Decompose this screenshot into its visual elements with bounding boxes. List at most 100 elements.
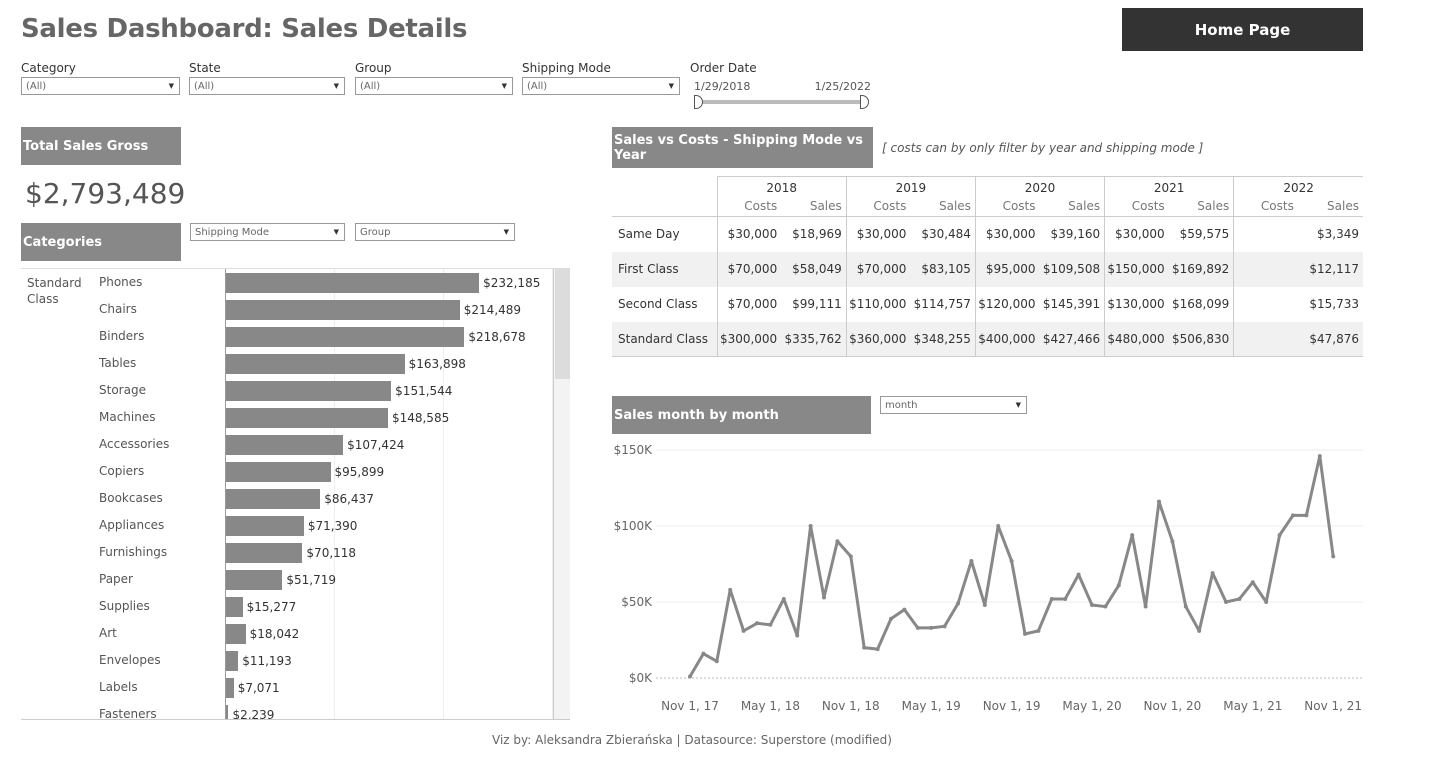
table-cell xyxy=(1233,251,1298,287)
shipping-mode-dropdown[interactable]: (All) ▼ xyxy=(522,77,680,95)
table-row: First Class $70,000 $58,049 $70,000 $83,10… xyxy=(612,251,1363,287)
sales-point[interactable] xyxy=(862,645,867,650)
sales-point[interactable] xyxy=(1170,539,1175,544)
bar[interactable] xyxy=(226,570,283,590)
sales-point[interactable] xyxy=(808,524,813,528)
bar-row: Supplies $15,277 xyxy=(21,593,553,620)
sales-point[interactable] xyxy=(1277,533,1282,538)
sales-point[interactable] xyxy=(875,647,880,652)
sales-point[interactable] xyxy=(755,621,759,626)
sales-point[interactable] xyxy=(1264,600,1269,604)
sales-point[interactable] xyxy=(942,624,947,629)
bar[interactable] xyxy=(226,489,321,509)
sales-point[interactable] xyxy=(996,524,1001,528)
bar[interactable] xyxy=(226,705,229,719)
slider-start-handle[interactable] xyxy=(694,95,703,109)
bar[interactable] xyxy=(226,300,460,320)
sales-point[interactable] xyxy=(902,607,907,612)
chevron-down-icon: ▼ xyxy=(168,82,174,90)
bar-value-label: $51,719 xyxy=(286,573,336,587)
sales-point[interactable] xyxy=(795,633,800,638)
sales-point[interactable] xyxy=(1023,631,1027,636)
bar-value-label: $107,424 xyxy=(347,438,405,452)
bar[interactable] xyxy=(226,381,392,401)
sales-point[interactable] xyxy=(1317,454,1322,459)
sales-point[interactable] xyxy=(741,628,746,633)
bar-category-label: Art xyxy=(99,626,117,640)
y-tick-label: $100K xyxy=(614,519,654,533)
sales-point[interactable] xyxy=(1063,596,1068,601)
sales-point[interactable] xyxy=(1130,533,1135,538)
sales-point[interactable] xyxy=(1250,580,1255,585)
sales-point[interactable] xyxy=(1090,603,1094,608)
sales-point[interactable] xyxy=(848,554,853,559)
category-group-dropdown[interactable]: Group ▼ xyxy=(355,223,515,241)
month-granularity-dropdown[interactable]: month ▼ xyxy=(880,396,1027,414)
sales-line[interactable] xyxy=(688,454,1335,678)
year-header: 2019 xyxy=(845,176,976,197)
sales-point[interactable] xyxy=(956,601,960,606)
sales-point[interactable] xyxy=(768,622,773,627)
bar[interactable] xyxy=(226,516,304,536)
sales-point[interactable] xyxy=(1304,513,1309,518)
category-shipping-mode-dropdown[interactable]: Shipping Mode ▼ xyxy=(190,223,345,241)
sales-point[interactable] xyxy=(889,616,893,621)
order-date-slider[interactable] xyxy=(694,95,869,109)
sales-point[interactable] xyxy=(969,558,974,563)
bar[interactable] xyxy=(226,273,480,293)
sales-point[interactable] xyxy=(1143,604,1148,609)
bar[interactable] xyxy=(226,678,234,698)
sales-point[interactable] xyxy=(728,587,733,592)
sales-point[interactable] xyxy=(822,595,826,600)
state-dropdown[interactable]: (All) ▼ xyxy=(189,77,345,95)
sales-point[interactable] xyxy=(835,539,840,544)
sales-point[interactable] xyxy=(1331,554,1336,559)
category-dropdown[interactable]: (All) ▼ xyxy=(21,77,180,95)
scrollbar[interactable] xyxy=(553,269,570,719)
sales-point[interactable] xyxy=(1224,600,1228,604)
table-cell: $30,484 xyxy=(921,227,971,242)
sales-point[interactable] xyxy=(701,651,706,656)
sales-point[interactable] xyxy=(1049,596,1054,601)
group-dropdown[interactable]: (All) ▼ xyxy=(355,77,513,95)
order-date-end[interactable]: 1/25/2022 xyxy=(815,80,871,93)
bar[interactable] xyxy=(226,651,239,671)
sales-point[interactable] xyxy=(1197,628,1202,633)
table-cell: $506,830 xyxy=(1168,321,1234,357)
sales-point[interactable] xyxy=(929,625,934,630)
bar[interactable] xyxy=(226,462,331,482)
sales-point[interactable] xyxy=(1237,596,1242,601)
sales-point[interactable] xyxy=(1210,571,1215,576)
sales-point[interactable] xyxy=(714,659,719,664)
sales-point[interactable] xyxy=(1291,513,1295,518)
sales-point[interactable] xyxy=(1157,499,1161,504)
order-date-start[interactable]: 1/29/2018 xyxy=(694,80,750,93)
sales-point[interactable] xyxy=(1076,572,1081,577)
bar[interactable] xyxy=(226,435,344,455)
bar[interactable] xyxy=(226,597,243,617)
sales-point[interactable] xyxy=(1036,628,1041,633)
table-cell: $300,000 xyxy=(716,321,782,357)
categories-bar-chart: Standard Class Phones $232,185 Chairs $214,… xyxy=(21,268,570,720)
bar-value-label: $18,042 xyxy=(249,627,300,641)
sales-point[interactable] xyxy=(1116,583,1121,588)
sales-point[interactable] xyxy=(688,674,692,679)
bar[interactable] xyxy=(226,354,405,374)
bar[interactable] xyxy=(226,624,246,644)
sales-point[interactable] xyxy=(1103,604,1108,609)
sales-point[interactable] xyxy=(982,603,987,608)
bar[interactable] xyxy=(226,408,388,428)
bar[interactable] xyxy=(226,327,465,347)
table-cell: $120,000 xyxy=(974,286,1040,322)
scrollbar-thumb[interactable] xyxy=(555,269,570,379)
sales-point[interactable] xyxy=(915,625,920,630)
slider-end-handle[interactable] xyxy=(860,95,869,109)
bar-row: Labels $7,071 xyxy=(21,674,553,701)
sales-point[interactable] xyxy=(781,596,786,601)
category-shipping-mode-value: Shipping Mode xyxy=(195,226,270,238)
bar-row: Fasteners $2,239 xyxy=(21,701,553,719)
home-page-button[interactable]: Home Page xyxy=(1122,8,1363,51)
bar[interactable] xyxy=(226,543,303,563)
sales-point[interactable] xyxy=(1183,604,1188,609)
sales-point[interactable] xyxy=(1009,558,1014,563)
